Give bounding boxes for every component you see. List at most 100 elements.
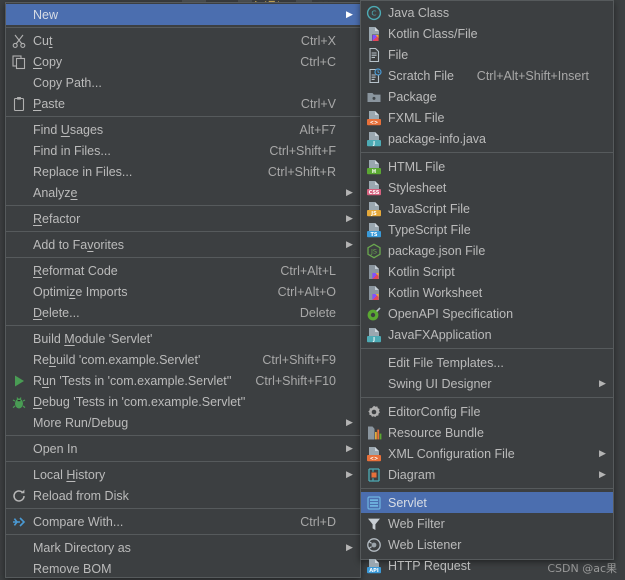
- web-listener-icon: [365, 537, 383, 553]
- menu-item-no-icon: [10, 467, 28, 483]
- menu-item-label: Debug 'Tests in 'com.example.Servlet'': [33, 394, 246, 409]
- menu-item-shortcut: Alt+F7: [299, 122, 336, 137]
- menu-item[interactable]: Add to Favorites ▶: [6, 234, 360, 255]
- menu-item-no-icon: [10, 211, 28, 227]
- new-submenu[interactable]: C Java Class Kotlin Class/File File Scratch …: [360, 0, 614, 574]
- svg-text:JS: JS: [370, 247, 377, 255]
- menu-item-label: Rebuild 'com.example.Servlet': [33, 352, 201, 367]
- menu-item[interactable]: Kotlin Class/File: [361, 23, 613, 44]
- menu-item[interactable]: C Java Class: [361, 2, 613, 23]
- menu-item[interactable]: Copy Path...: [6, 72, 360, 93]
- menu-item[interactable]: Paste Ctrl+V: [6, 93, 360, 114]
- menu-item[interactable]: Rebuild 'com.example.Servlet' Ctrl+Shift+…: [6, 349, 360, 370]
- menu-item[interactable]: H HTML File: [361, 156, 613, 177]
- menu-item[interactable]: Find in Files... Ctrl+Shift+F: [6, 140, 360, 161]
- menu-item-label: Build Module 'Servlet': [33, 331, 153, 346]
- menu-separator: [361, 488, 613, 489]
- menu-item-shortcut: Ctrl+Alt+L: [280, 263, 336, 278]
- menu-item-label: Web Filter: [388, 516, 445, 531]
- scratch-file-icon: [365, 67, 383, 84]
- menu-item[interactable]: CSS Stylesheet: [361, 177, 613, 198]
- menu-item[interactable]: Analyze ▶: [6, 182, 360, 203]
- menu-item[interactable]: Reload from Disk: [6, 485, 360, 506]
- web-filter-icon: [365, 516, 383, 532]
- menu-item[interactable]: Diagram ▶: [361, 464, 613, 485]
- menu-item-no-icon: [365, 376, 383, 392]
- menu-item[interactable]: Open In ▶: [6, 438, 360, 459]
- menu-item[interactable]: New ▶: [6, 4, 360, 25]
- menu-separator: [6, 435, 360, 436]
- menu-item-label: Run 'Tests in 'com.example.Servlet'': [33, 373, 232, 388]
- menu-item[interactable]: Kotlin Worksheet: [361, 282, 613, 303]
- css-file-icon: CSS: [365, 180, 383, 196]
- menu-item[interactable]: Servlet: [361, 492, 613, 513]
- menu-item-no-icon: [10, 122, 28, 138]
- menu-item-shortcut: Ctrl+V: [300, 96, 336, 111]
- menu-item-label: JavaScript File: [388, 201, 470, 216]
- menu-item[interactable]: Remove BOM: [6, 558, 360, 579]
- menu-item[interactable]: More Run/Debug ▶: [6, 412, 360, 433]
- project-context-menu[interactable]: New ▶ Cut Ctrl+X Copy Ctrl+C Copy Path... Paste…: [5, 2, 361, 578]
- menu-item[interactable]: Reformat Code Ctrl+Alt+L: [6, 260, 360, 281]
- menu-item[interactable]: Kotlin Script: [361, 261, 613, 282]
- menu-item-label: Reload from Disk: [33, 488, 129, 503]
- menu-item-no-icon: [10, 185, 28, 201]
- menu-item[interactable]: Cut Ctrl+X: [6, 30, 360, 51]
- menu-item[interactable]: <> FXML File: [361, 107, 613, 128]
- menu-item[interactable]: EditorConfig File: [361, 401, 613, 422]
- menu-item[interactable]: Jpackage-info.java: [361, 128, 613, 149]
- menu-item-no-icon: [10, 237, 28, 253]
- menu-item[interactable]: J JavaFXApplication: [361, 324, 613, 345]
- menu-item[interactable]: JS JavaScript File: [361, 198, 613, 219]
- menu-separator: [6, 257, 360, 258]
- menu-item-label: TypeScript File: [388, 222, 471, 237]
- menu-item[interactable]: Compare With... Ctrl+D: [6, 511, 360, 532]
- menu-item[interactable]: Package: [361, 86, 613, 107]
- menu-item[interactable]: JS package.json File: [361, 240, 613, 261]
- menu-item[interactable]: Swing UI Designer ▶: [361, 373, 613, 394]
- menu-item[interactable]: Replace in Files... Ctrl+Shift+R: [6, 161, 360, 182]
- menu-item[interactable]: TS TypeScript File: [361, 219, 613, 240]
- java-class-icon: C: [365, 5, 383, 21]
- menu-item[interactable]: Run 'Tests in 'com.example.Servlet'' Ctrl…: [6, 370, 360, 391]
- xml-file-icon: <>: [365, 446, 383, 462]
- menu-item[interactable]: Edit File Templates...: [361, 352, 613, 373]
- menu-item[interactable]: API HTTP Request: [361, 555, 613, 576]
- menu-item-label: Scratch File: [388, 68, 454, 83]
- editorconfig-icon: [365, 404, 383, 420]
- package-icon: [365, 89, 383, 105]
- menu-item-label: Refactor: [33, 211, 81, 226]
- menu-item-label: Resource Bundle: [388, 425, 484, 440]
- menu-item[interactable]: Optimize Imports Ctrl+Alt+O: [6, 281, 360, 302]
- menu-item[interactable]: Debug 'Tests in 'com.example.Servlet'': [6, 391, 360, 412]
- menu-item-label: Analyze: [33, 185, 78, 200]
- kotlin-script-icon: [365, 264, 383, 280]
- svg-text:<>: <>: [370, 456, 378, 462]
- menu-item[interactable]: <> XML Configuration File ▶: [361, 443, 613, 464]
- menu-item[interactable]: OpenAPI Specification: [361, 303, 613, 324]
- compare-icon: [10, 514, 28, 530]
- menu-item-label: Add to Favorites: [33, 237, 125, 252]
- menu-item[interactable]: Refactor ▶: [6, 208, 360, 229]
- menu-item-label: Java Class: [388, 5, 450, 20]
- menu-item[interactable]: Delete... Delete: [6, 302, 360, 323]
- menu-item[interactable]: Resource Bundle: [361, 422, 613, 443]
- menu-item[interactable]: Web Listener: [361, 534, 613, 555]
- menu-item[interactable]: Scratch File Ctrl+Alt+Shift+Insert: [361, 65, 613, 86]
- menu-item[interactable]: File: [361, 44, 613, 65]
- ts-file-icon: TS: [365, 222, 383, 238]
- menu-item[interactable]: Build Module 'Servlet': [6, 328, 360, 349]
- ide-screen: ▶✓■▲ ▪▪▪ ▪▪ Va CSDN @ac果 New▶CutCtrl+XCo…: [0, 0, 625, 580]
- menu-item-label: Edit File Templates...: [388, 355, 504, 370]
- submenu-arrow-icon: ▶: [346, 239, 353, 249]
- menu-item[interactable]: Copy Ctrl+C: [6, 51, 360, 72]
- menu-item-no-icon: [10, 331, 28, 347]
- menu-item-no-icon: [10, 7, 28, 23]
- menu-item-shortcut: Ctrl+C: [300, 54, 336, 69]
- menu-item[interactable]: Mark Directory as ▶: [6, 537, 360, 558]
- menu-item[interactable]: Find Usages Alt+F7: [6, 119, 360, 140]
- openapi-icon: [365, 306, 383, 322]
- menu-item-no-icon: [10, 263, 28, 279]
- menu-item[interactable]: Local History ▶: [6, 464, 360, 485]
- menu-item[interactable]: Web Filter: [361, 513, 613, 534]
